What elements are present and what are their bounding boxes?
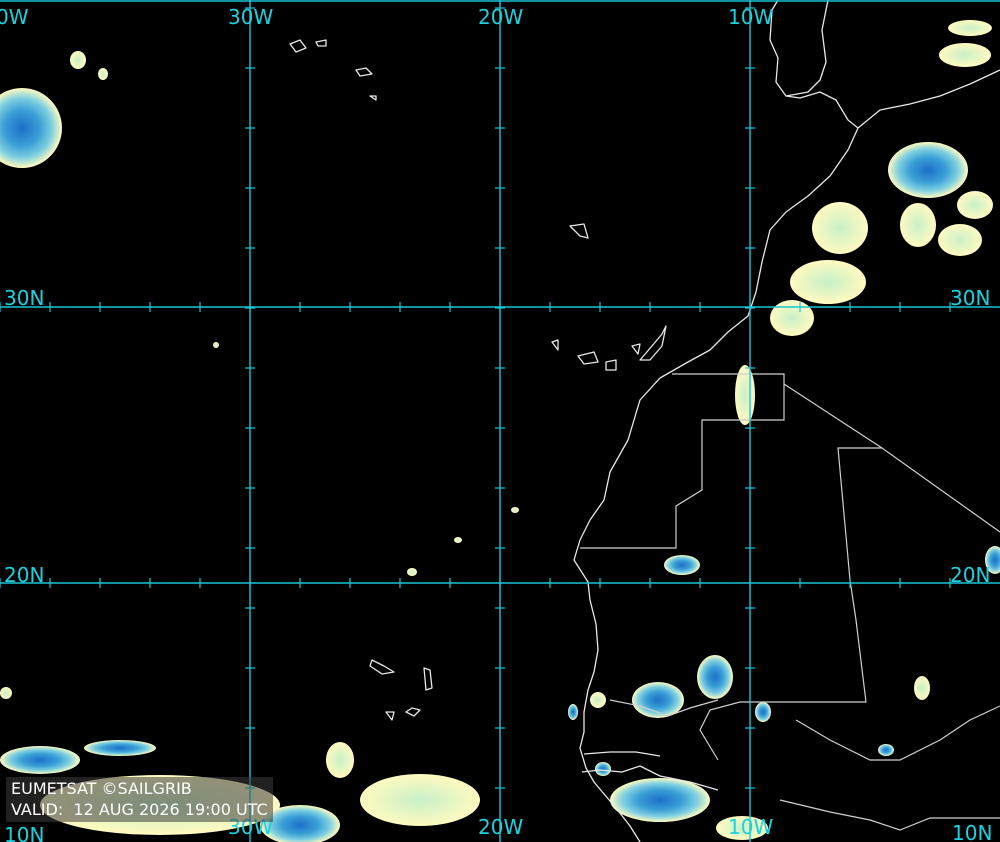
lon-label-10w: 10W bbox=[728, 5, 773, 29]
credit-source: EUMETSAT ©SAILGRIB bbox=[11, 779, 192, 798]
lon-label-0w: 0W bbox=[0, 5, 29, 29]
lat-label-right-30n: 30N bbox=[950, 286, 990, 310]
valid-time: VALID: 12 AUG 2026 19:00 UTC bbox=[11, 800, 268, 819]
lat-label-left-30n: 30N bbox=[4, 286, 44, 310]
lat-label-right-20n: 20N bbox=[950, 563, 990, 587]
lon-label-bottom-10w: 10W bbox=[728, 815, 773, 839]
lat-label-left-10n: 10N bbox=[4, 823, 44, 842]
lat-label-left-20n: 20N bbox=[4, 563, 44, 587]
lat-label-bottom-10n: 10N bbox=[952, 821, 992, 842]
credit-box: EUMETSAT ©SAILGRIB VALID: 12 AUG 2026 19… bbox=[6, 777, 273, 822]
lon-label-20w: 20W bbox=[478, 5, 523, 29]
lon-label-bottom-20w: 20W bbox=[478, 815, 523, 839]
lon-label-30w: 30W bbox=[228, 5, 273, 29]
satellite-map[interactable]: 0W 30W 20W 10W 30W 20W 10W 10N 30N 20N 1… bbox=[0, 0, 1000, 842]
